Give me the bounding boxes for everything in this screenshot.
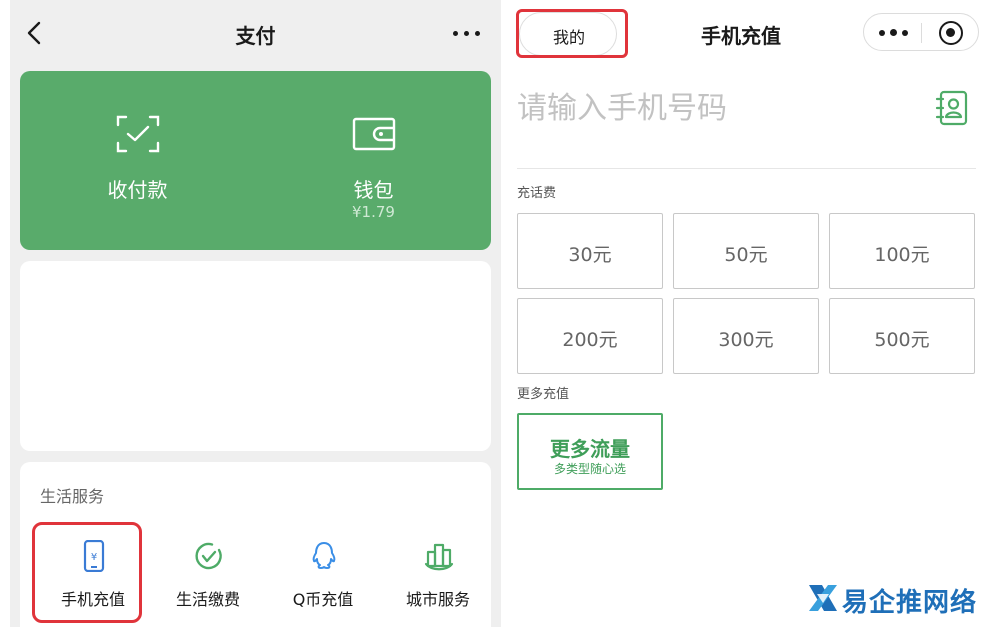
more-button[interactable] bbox=[450, 23, 484, 43]
svg-text:¥: ¥ bbox=[91, 552, 97, 563]
page-title: 支付 bbox=[235, 24, 276, 48]
life-services-card: 生活服务 ¥ 手机充值 生活缴费 Q币充值 城市服务 bbox=[20, 462, 491, 627]
services-title: 生活服务 bbox=[40, 487, 105, 506]
more-data-button[interactable]: 更多流量 多类型随心选 bbox=[517, 413, 663, 490]
more-dot-icon bbox=[475, 31, 480, 36]
amount-label: 100元 bbox=[874, 244, 930, 266]
pay-header-card: 收付款 钱包 ¥1.79 bbox=[20, 71, 491, 250]
service-qq-coin[interactable]: Q币充值 bbox=[268, 530, 378, 620]
bill-payment-icon bbox=[195, 542, 222, 570]
more-dot-icon bbox=[879, 30, 885, 36]
amount-option[interactable]: 30元 bbox=[517, 213, 663, 289]
more-dot-icon bbox=[464, 31, 469, 36]
watermark-text: 易企推网络 bbox=[842, 588, 978, 618]
blank-card bbox=[20, 261, 491, 451]
amount-option[interactable]: 100元 bbox=[829, 213, 975, 289]
mine-highlight-box bbox=[516, 9, 628, 58]
contacts-icon bbox=[935, 90, 968, 126]
wallet-balance: ¥1.79 bbox=[352, 203, 395, 221]
service-label: 手机充值 bbox=[60, 590, 125, 609]
amount-label: 50元 bbox=[724, 244, 768, 266]
amount-option[interactable]: 500元 bbox=[829, 298, 975, 374]
wallet-button[interactable]: 钱包 ¥1.79 bbox=[256, 71, 491, 250]
watermark: 易企推网络 bbox=[806, 578, 996, 622]
phone-recharge-page: 我的 手机充值 充话费 30元 50元 100元 2 bbox=[501, 0, 999, 627]
amount-label: 500元 bbox=[874, 329, 930, 351]
more-dot-icon bbox=[890, 29, 897, 36]
more-dot-icon bbox=[453, 31, 458, 36]
miniapp-capsule bbox=[863, 13, 979, 51]
nav-bar: 支付 bbox=[10, 0, 501, 66]
amount-option[interactable]: 300元 bbox=[673, 298, 819, 374]
service-city[interactable]: 城市服务 bbox=[383, 530, 493, 620]
more-data-subtitle: 多类型随心选 bbox=[553, 462, 626, 476]
scan-pay-icon bbox=[116, 115, 160, 153]
pay-page: 支付 收付款 钱包 ¥1.79 生活服务 ¥ 手机充值 生活缴费 Q币充值 城市… bbox=[10, 0, 501, 627]
contacts-button[interactable] bbox=[935, 90, 969, 126]
receive-pay-button[interactable]: 收付款 bbox=[20, 71, 255, 250]
service-phone-recharge[interactable]: ¥ 手机充值 bbox=[32, 522, 148, 623]
capsule-more-button[interactable] bbox=[874, 23, 912, 43]
input-divider bbox=[517, 168, 976, 169]
brand-logo-icon bbox=[809, 585, 837, 611]
service-label: 生活缴费 bbox=[175, 590, 240, 609]
service-label: Q币充值 bbox=[292, 590, 354, 609]
phone-recharge-icon: ¥ bbox=[83, 540, 105, 572]
amount-option[interactable]: 50元 bbox=[673, 213, 819, 289]
service-label: 城市服务 bbox=[405, 590, 470, 609]
amount-label: 200元 bbox=[562, 329, 618, 351]
phone-number-input[interactable] bbox=[517, 86, 917, 130]
service-bill-payment[interactable]: 生活缴费 bbox=[153, 530, 263, 620]
city-service-icon bbox=[424, 543, 454, 571]
more-dot-icon bbox=[902, 30, 908, 36]
qq-coin-icon bbox=[312, 542, 336, 569]
wallet-icon bbox=[352, 117, 396, 151]
amount-label: 30元 bbox=[568, 244, 612, 266]
amount-option[interactable]: 200元 bbox=[517, 298, 663, 374]
more-section-label: 更多充值 bbox=[517, 387, 570, 402]
recharge-section-label: 充话费 bbox=[517, 186, 557, 201]
receive-pay-label: 收付款 bbox=[107, 178, 168, 202]
more-data-title: 更多流量 bbox=[550, 437, 630, 461]
capsule-close-icon[interactable] bbox=[939, 21, 963, 45]
amount-label: 300元 bbox=[718, 329, 774, 351]
capsule-divider bbox=[921, 23, 922, 43]
page-title: 手机充值 bbox=[701, 24, 781, 48]
wallet-label: 钱包 bbox=[353, 178, 394, 202]
